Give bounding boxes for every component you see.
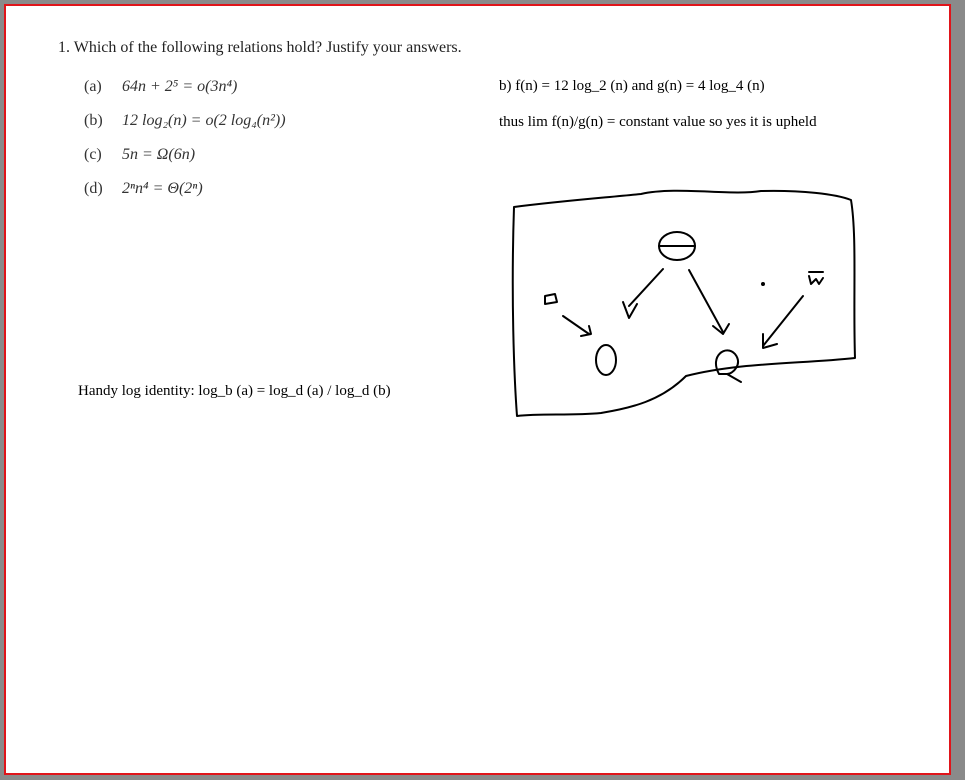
sketch-frame [511,189,856,417]
w-shape-mark [808,271,824,285]
part-expression: 64n + 2⁵ = o(3n⁴) [122,78,238,95]
arrow-right-down [688,269,730,335]
part-expression: 12 log₂(n) = o(2 log₄(n²)) [122,112,286,129]
part-expression: 5n = Ω(6n) [122,146,196,163]
log-identity-note: Handy log identity: log_b (a) = log_d (a… [78,383,391,399]
arrow-left-down [622,268,664,319]
arrow-far-right [762,295,804,349]
part-d: (d) 2ⁿn⁴ = Θ(2ⁿ) [84,180,286,214]
omega-shape-icon [715,349,742,383]
part-c: (c) 5n = Ω(6n) [84,146,286,180]
part-label: (d) [84,180,103,197]
parts-list: (a) 64n + 2⁵ = o(3n⁴) (b) 12 log₂(n) = o… [84,78,286,214]
part-a: (a) 64n + 2⁵ = o(3n⁴) [84,78,286,112]
document-page: 1. Which of the following relations hold… [4,4,951,775]
small-square-mark [544,293,558,305]
answer-b-note: b) f(n) = 12 log_2 (n) and g(n) = 4 log_… [499,78,765,94]
part-b: (b) 12 log₂(n) = o(2 log₄(n²)) [84,112,286,146]
arrow-small-left [562,315,592,337]
part-label: (a) [84,78,102,95]
part-label: (b) [84,112,103,129]
hand-drawn-sketch [511,189,856,417]
part-label: (c) [84,146,102,163]
question-heading: 1. Which of the following relations hold… [58,39,462,56]
dot-mark [761,282,765,286]
zero-shape-icon [595,344,617,376]
conclusion-note: thus lim f(n)/g(n) = constant value so y… [499,114,817,130]
part-expression: 2ⁿn⁴ = Θ(2ⁿ) [122,180,203,197]
